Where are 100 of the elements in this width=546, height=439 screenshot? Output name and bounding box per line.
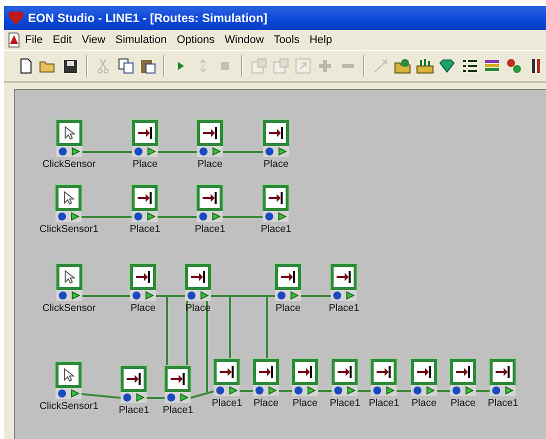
node-label: Place — [253, 398, 278, 409]
input-port-icon[interactable] — [199, 147, 208, 156]
input-port-icon[interactable] — [333, 291, 342, 300]
node-label: Place — [292, 398, 318, 409]
menu-item[interactable]: View — [76, 34, 110, 46]
input-port-icon[interactable] — [58, 212, 67, 221]
toolbar-button[interactable] — [393, 56, 413, 76]
input-port-icon[interactable] — [134, 147, 143, 156]
input-port-icon[interactable] — [413, 386, 422, 395]
arrow-to-bar-icon — [416, 365, 432, 379]
arrow-to-bar-icon — [135, 270, 151, 284]
input-port-icon[interactable] — [167, 393, 176, 402]
node-label: Place1 — [162, 405, 194, 416]
node-box[interactable] — [165, 366, 191, 392]
node-box[interactable] — [275, 264, 301, 290]
scissors-icon — [97, 58, 110, 74]
node-label: ClickSensor — [42, 159, 96, 170]
menu-item[interactable]: Simulation — [110, 34, 172, 46]
input-port-icon[interactable] — [58, 147, 67, 156]
input-port-icon[interactable] — [58, 291, 67, 300]
input-port-icon[interactable] — [216, 386, 225, 395]
toolbar-button[interactable] — [416, 56, 435, 76]
plus-icon — [318, 59, 332, 73]
node-box[interactable] — [56, 120, 82, 146]
node-box[interactable] — [490, 359, 516, 385]
pointer-icon — [63, 126, 75, 140]
node-label: Place1 — [130, 224, 160, 235]
play-icon — [176, 60, 186, 72]
input-port-icon[interactable] — [452, 386, 461, 395]
menu-item[interactable]: Help — [304, 34, 338, 46]
wand-icon — [372, 58, 389, 74]
input-port-icon[interactable] — [277, 291, 286, 300]
toolbar-button[interactable] — [116, 56, 136, 76]
node-label: Place — [197, 159, 222, 170]
node-box[interactable] — [214, 359, 240, 385]
node-box[interactable] — [332, 359, 358, 385]
input-port-icon[interactable] — [123, 393, 132, 402]
node-label: Place — [411, 398, 436, 409]
node-label: ClickSensor1 — [40, 224, 98, 235]
node-box[interactable] — [263, 120, 289, 146]
input-port-icon[interactable] — [334, 386, 343, 395]
layers-icon — [484, 59, 500, 73]
node-box[interactable] — [331, 264, 357, 290]
input-port-icon[interactable] — [134, 212, 143, 221]
node-label: Place1 — [330, 398, 360, 409]
new-file-icon — [18, 58, 33, 74]
input-port-icon[interactable] — [255, 386, 264, 395]
arrow-to-bar-icon — [337, 365, 353, 379]
node-box[interactable] — [132, 185, 158, 211]
input-port-icon[interactable] — [265, 147, 274, 156]
input-port-icon[interactable] — [58, 389, 67, 398]
arrow-to-bar-icon — [258, 365, 274, 379]
pointer-icon — [63, 368, 75, 382]
node-box[interactable] — [56, 264, 82, 290]
menu-item[interactable]: Options — [172, 34, 220, 46]
node-box[interactable] — [263, 185, 289, 211]
menu-item[interactable]: File — [20, 34, 48, 46]
node-box[interactable] — [292, 359, 318, 385]
node-label: Place — [263, 159, 288, 170]
input-port-icon[interactable] — [199, 212, 208, 221]
node-label: Place1 — [118, 405, 150, 416]
arrow-to-bar-icon — [126, 372, 142, 386]
arrow-to-bar-icon — [202, 191, 218, 205]
node-box[interactable] — [185, 264, 211, 290]
node-label: Place — [450, 398, 476, 409]
node-box[interactable] — [130, 264, 156, 290]
arrow-to-bar-icon — [336, 270, 352, 284]
node-box[interactable] — [450, 359, 476, 385]
node-box[interactable] — [121, 366, 147, 392]
input-port-icon[interactable] — [492, 386, 501, 395]
input-port-icon[interactable] — [294, 386, 303, 395]
molecule-icon — [506, 58, 522, 74]
arrow-to-bar-icon — [495, 365, 511, 379]
node-label: Place — [130, 303, 156, 314]
input-port-icon[interactable] — [187, 291, 196, 300]
node-box[interactable] — [197, 120, 223, 146]
pointer-icon — [63, 270, 75, 284]
node-label: Place1 — [260, 224, 292, 235]
minus-icon — [340, 63, 355, 69]
node-box[interactable] — [371, 359, 397, 385]
node-label: Place1 — [328, 303, 360, 314]
node-box[interactable] — [132, 120, 158, 146]
node-box[interactable] — [197, 185, 223, 211]
input-port-icon[interactable] — [373, 386, 382, 395]
menu-item[interactable]: Window — [220, 34, 269, 46]
input-port-icon[interactable] — [132, 291, 141, 300]
stop-icon — [220, 61, 230, 71]
list-icon — [462, 59, 478, 73]
arrow-to-bar-icon — [268, 126, 284, 140]
node-box[interactable] — [56, 362, 82, 388]
menu-item[interactable]: Tools — [268, 34, 304, 46]
arrow-to-bar-icon — [170, 372, 186, 386]
node-box[interactable] — [411, 359, 437, 385]
menu-item[interactable]: Edit — [48, 34, 77, 46]
node-label: ClickSensor — [42, 303, 96, 314]
node-box[interactable] — [56, 185, 82, 211]
input-port-icon[interactable] — [265, 212, 274, 221]
node-box[interactable] — [253, 359, 279, 385]
folder-icon — [38, 59, 57, 73]
pointer-icon — [63, 191, 75, 205]
